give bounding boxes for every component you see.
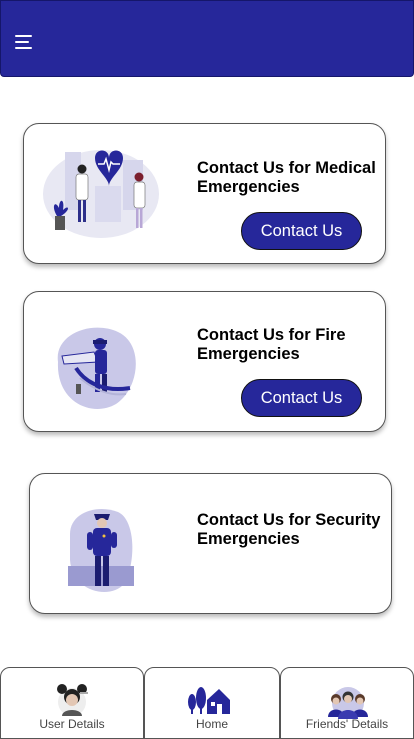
- friends-group-icon: [328, 687, 368, 719]
- medical-emergency-card: Contact Us for Medical Emergencies Conta…: [23, 123, 386, 264]
- app-bar: [0, 0, 414, 77]
- card-title: Contact Us for Fire Emergencies: [197, 326, 346, 363]
- card-title: Contact Us for Security Emergencies: [197, 511, 381, 548]
- nav-tab-home[interactable]: Home: [144, 667, 280, 739]
- contact-us-button[interactable]: Contact Us: [241, 212, 362, 250]
- nav-label: Home: [195, 717, 228, 731]
- user-avatar-icon: [57, 684, 88, 716]
- doctors-heart-illustration: [43, 150, 159, 238]
- home-icon: [188, 687, 230, 714]
- nav-tab-user-details[interactable]: User Details: [0, 667, 144, 739]
- nav-label: Friends' Details: [305, 717, 389, 731]
- nav-tab-friends-details[interactable]: Friends' Details: [280, 667, 414, 739]
- card-title: Contact Us for Medical Emergencies: [197, 159, 376, 196]
- security-emergency-card: Contact Us for Security Emergencies: [29, 473, 392, 614]
- fire-emergency-card: Contact Us for Fire Emergencies Contact …: [23, 291, 386, 432]
- firefighter-illustration: [57, 327, 136, 409]
- nav-label: User Details: [39, 717, 105, 731]
- contact-us-button[interactable]: Contact Us: [241, 379, 362, 417]
- hamburger-menu-icon[interactable]: [15, 35, 35, 53]
- police-officer-illustration: [68, 508, 134, 592]
